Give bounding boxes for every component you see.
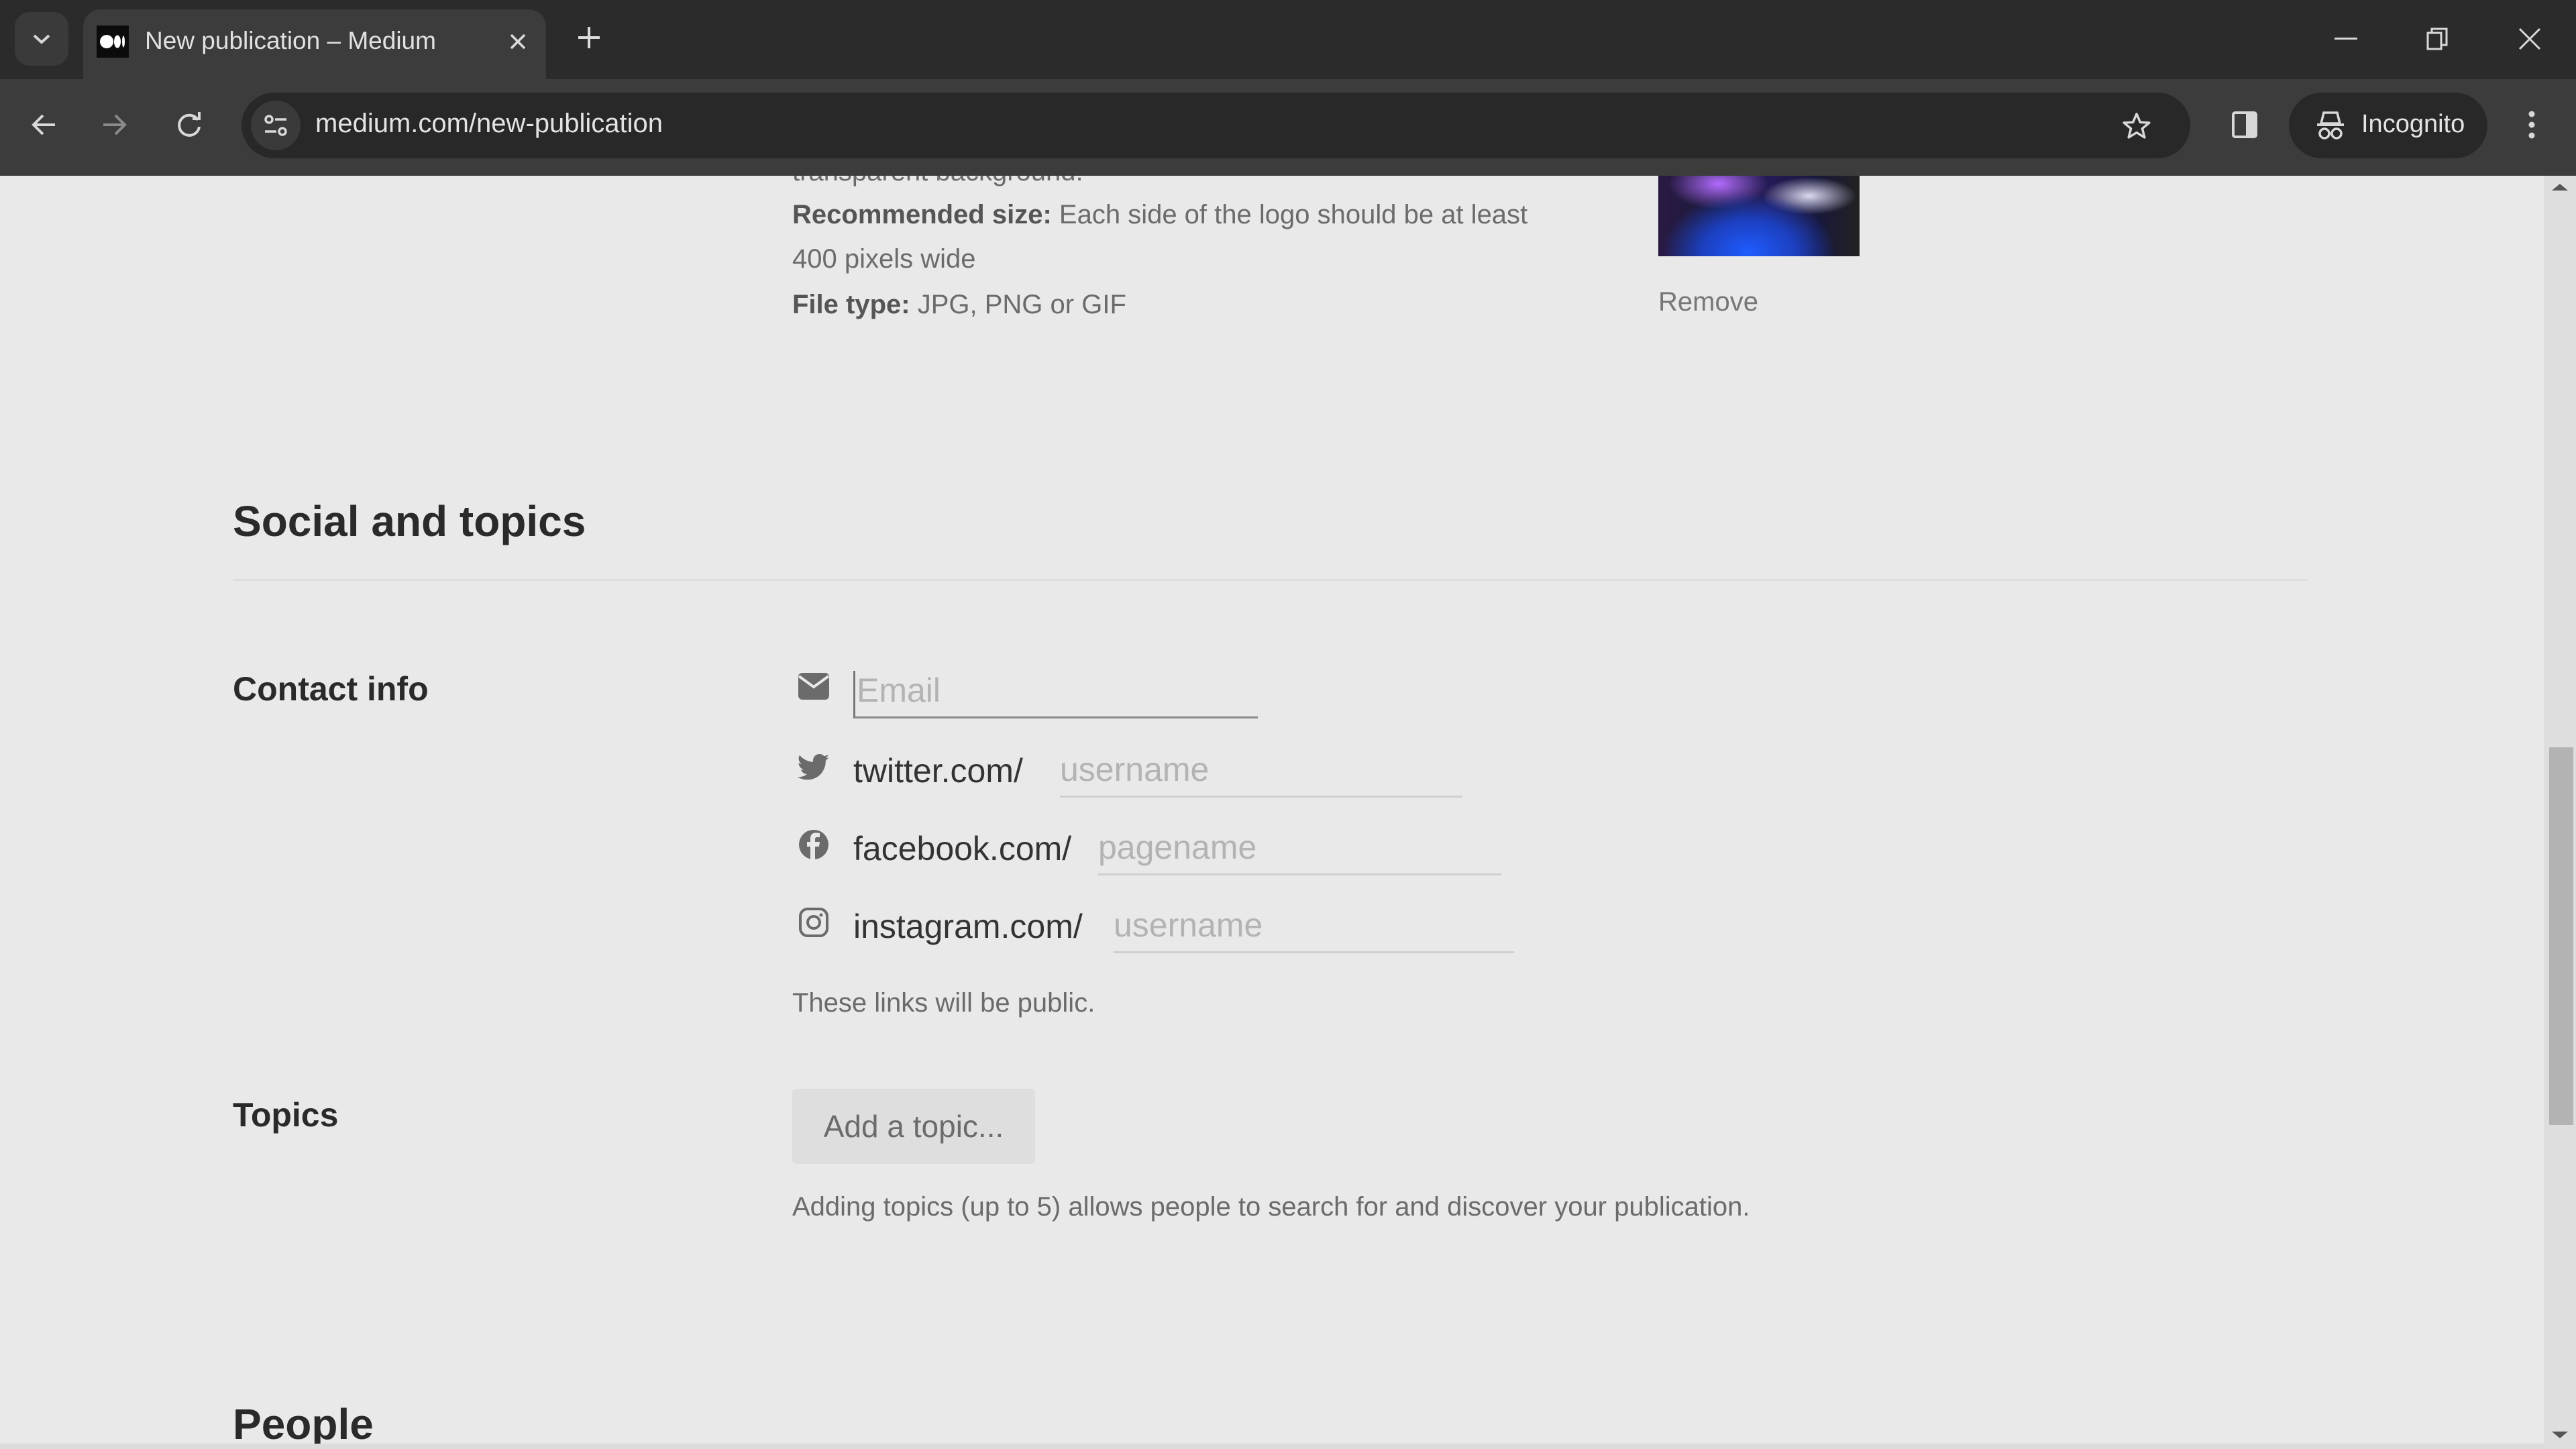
restore-button[interactable] — [2407, 13, 2467, 64]
logo-hint-cutoff: transparent background. — [792, 176, 1083, 187]
page-content: transparent background. Recommended size… — [0, 176, 2544, 1449]
bookmark-button[interactable] — [2116, 106, 2157, 146]
browser-toolbar: medium.com/new-publication Incognito — [0, 79, 2576, 176]
remove-logo-link[interactable]: Remove — [1658, 287, 1758, 317]
tab-active[interactable]: New publication – Medium — [83, 9, 546, 80]
section-divider — [233, 579, 2308, 581]
forward-arrow-icon — [103, 114, 127, 136]
url-text[interactable]: medium.com/new-publication — [315, 109, 663, 139]
incognito-icon — [2317, 111, 2344, 140]
tab-search-button[interactable] — [15, 12, 68, 66]
kebab-menu-icon — [2528, 111, 2535, 139]
side-panel-button[interactable] — [2218, 98, 2271, 152]
new-tab-button[interactable] — [568, 16, 610, 59]
twitter-icon — [797, 751, 830, 784]
back-arrow-icon — [32, 114, 55, 136]
minimize-button[interactable] — [2316, 13, 2376, 64]
instagram-prefix: instagram.com/ — [853, 908, 1083, 945]
twitter-prefix: twitter.com/ — [853, 752, 1023, 790]
browser-menu-button[interactable] — [2505, 98, 2559, 152]
tab-close-button[interactable] — [499, 23, 537, 60]
chevron-down-icon — [33, 34, 50, 44]
topics-label: Topics — [233, 1096, 339, 1134]
medium-logo-icon — [97, 25, 129, 58]
incognito-label: Incognito — [2361, 110, 2465, 138]
forward-button[interactable] — [87, 98, 141, 152]
star-icon — [2123, 113, 2151, 139]
recommended-size-line-2: 400 pixels wide — [792, 244, 976, 274]
restore-icon — [2426, 28, 2448, 50]
tune-icon — [264, 115, 287, 136]
twitter-username-input[interactable] — [1060, 750, 1462, 798]
logo-preview-image — [1658, 176, 1860, 256]
file-type-text: JPG, PNG or GIF — [917, 290, 1126, 319]
reload-button[interactable] — [162, 98, 216, 152]
instagram-username-input[interactable] — [1114, 906, 1514, 953]
side-panel-icon — [2232, 111, 2257, 138]
reload-icon — [178, 112, 201, 137]
recommended-size-line: Recommended size: Each side of the logo … — [792, 200, 1527, 230]
instagram-icon — [797, 906, 830, 939]
tab-title: New publication – Medium — [145, 27, 436, 54]
add-topic-button[interactable]: Add a topic... — [792, 1089, 1035, 1164]
back-button[interactable] — [17, 98, 71, 152]
contact-info-label: Contact info — [233, 670, 429, 708]
minimize-icon — [2334, 38, 2357, 40]
tab-strip: New publication – Medium — [0, 0, 2576, 80]
incognito-profile-button[interactable]: Incognito — [2289, 93, 2487, 158]
email-input[interactable] — [853, 671, 1258, 718]
file-type-label: File type: — [792, 290, 910, 319]
close-window-button[interactable] — [2500, 13, 2560, 64]
bottom-edge — [0, 1444, 2544, 1449]
address-bar[interactable]: medium.com/new-publication — [241, 93, 2190, 158]
plus-icon — [578, 27, 600, 48]
scrollbar-thumb[interactable] — [2549, 747, 2573, 1125]
facebook-prefix: facebook.com/ — [853, 830, 1072, 867]
scroll-up-arrow-icon[interactable] — [2552, 184, 2568, 191]
public-links-note: These links will be public. — [792, 988, 1095, 1018]
email-icon — [797, 669, 830, 703]
section-heading-social: Social and topics — [233, 497, 586, 545]
facebook-pagename-input[interactable] — [1098, 828, 1501, 875]
close-icon — [510, 34, 526, 50]
facebook-icon — [797, 828, 830, 861]
recommended-size-text: Each side of the logo should be at least — [1059, 200, 1528, 229]
scroll-down-arrow-icon[interactable] — [2552, 1432, 2568, 1438]
site-info-button[interactable] — [251, 101, 301, 150]
vertical-scrollbar[interactable] — [2544, 176, 2576, 1449]
recommended-size-label: Recommended size: — [792, 200, 1052, 229]
topics-note: Adding topics (up to 5) allows people to… — [792, 1192, 1750, 1222]
file-type-line: File type: JPG, PNG or GIF — [792, 290, 1126, 320]
close-icon — [2518, 28, 2541, 50]
section-heading-people: People — [233, 1400, 374, 1448]
